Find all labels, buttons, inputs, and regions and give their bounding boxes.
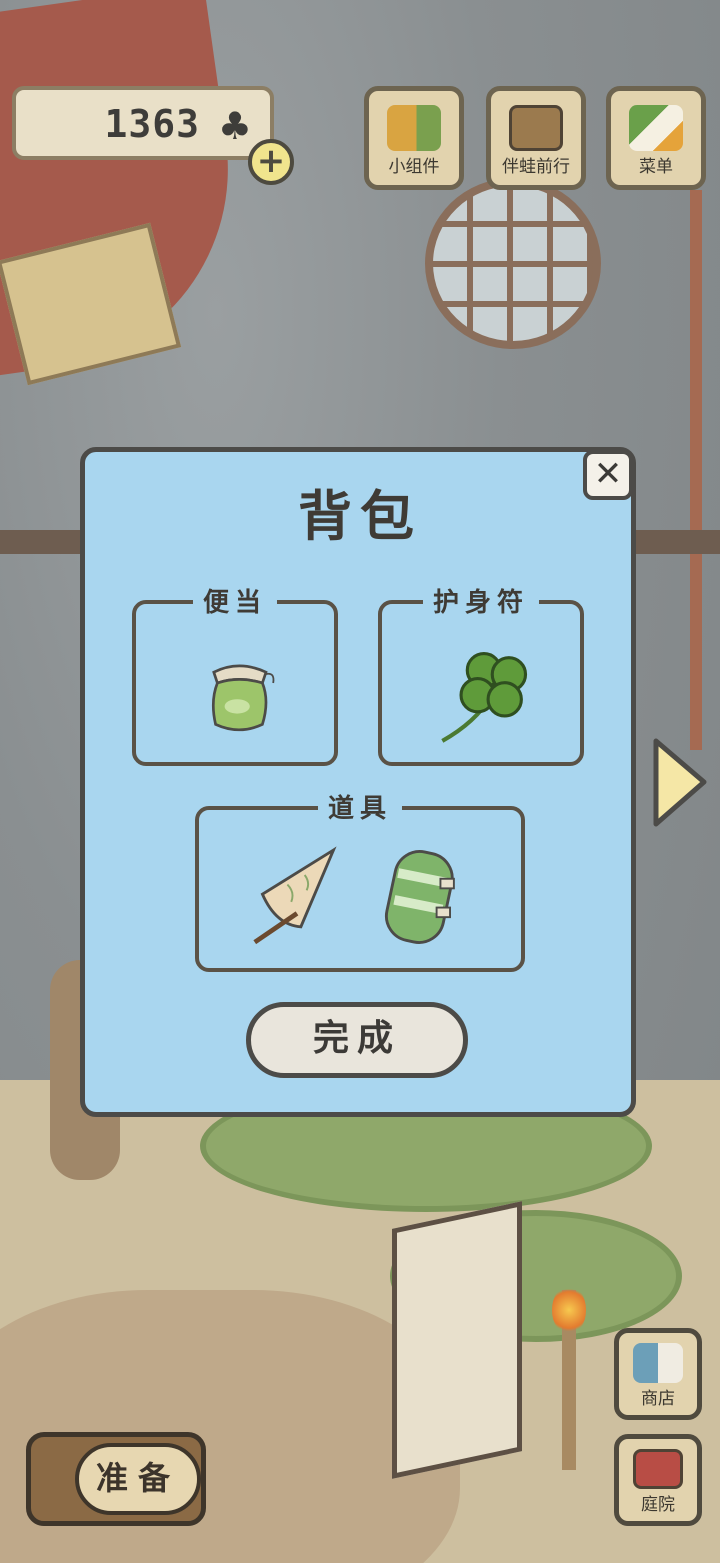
yard-label: 庭院 — [641, 1495, 675, 1515]
sleeping-roll-icon[interactable] — [379, 842, 475, 952]
wooden-pole — [690, 190, 702, 750]
umbrella-icon[interactable] — [249, 846, 345, 952]
tools-label: 道具 — [317, 788, 403, 825]
prepare-button[interactable]: 准备 — [26, 1432, 206, 1526]
yard-mailbox-icon — [633, 1449, 683, 1489]
travel-label: 伴蛙前行 — [502, 157, 570, 177]
shop-button[interactable]: 商店 — [614, 1328, 702, 1420]
prepare-label: 准备 — [75, 1443, 201, 1515]
lunch-label: 便当 — [192, 582, 278, 619]
shop-bags-icon — [633, 1343, 683, 1383]
next-arrow-button[interactable] — [650, 735, 710, 830]
tools-slot[interactable]: 道具 — [195, 788, 525, 972]
house-widget-icon — [387, 105, 441, 151]
widget-button[interactable]: 小组件 — [364, 86, 464, 190]
charm-slot[interactable]: 护身符 — [378, 582, 584, 766]
charm-label: 护身符 — [422, 582, 540, 619]
add-clovers-button[interactable]: + — [248, 139, 294, 185]
menu-button[interactable]: 菜单 — [606, 86, 706, 190]
round-window — [425, 178, 601, 349]
four-leaf-clover-icon[interactable] — [434, 636, 538, 746]
album-icon — [509, 105, 563, 151]
menu-icon — [629, 105, 683, 151]
travel-with-frog-button[interactable]: 伴蛙前行 — [486, 86, 586, 190]
clover-counter: 1363 ♣ — [12, 86, 274, 160]
candle-flame — [552, 1285, 586, 1335]
menu-label: 菜单 — [639, 157, 673, 177]
done-button[interactable]: 完成 — [246, 1002, 468, 1078]
dialog-title: 背包 — [298, 485, 422, 548]
folding-screen — [392, 1201, 522, 1479]
clover-icon: ♣ — [217, 104, 252, 148]
widget-label: 小组件 — [388, 157, 440, 177]
yard-button[interactable]: 庭院 — [614, 1434, 702, 1526]
clover-count: 1363 — [104, 102, 200, 146]
plus-icon: + — [256, 141, 286, 181]
jar-icon[interactable] — [194, 642, 284, 742]
shop-label: 商店 — [641, 1389, 675, 1409]
lunch-slot[interactable]: 便当 — [132, 582, 338, 766]
